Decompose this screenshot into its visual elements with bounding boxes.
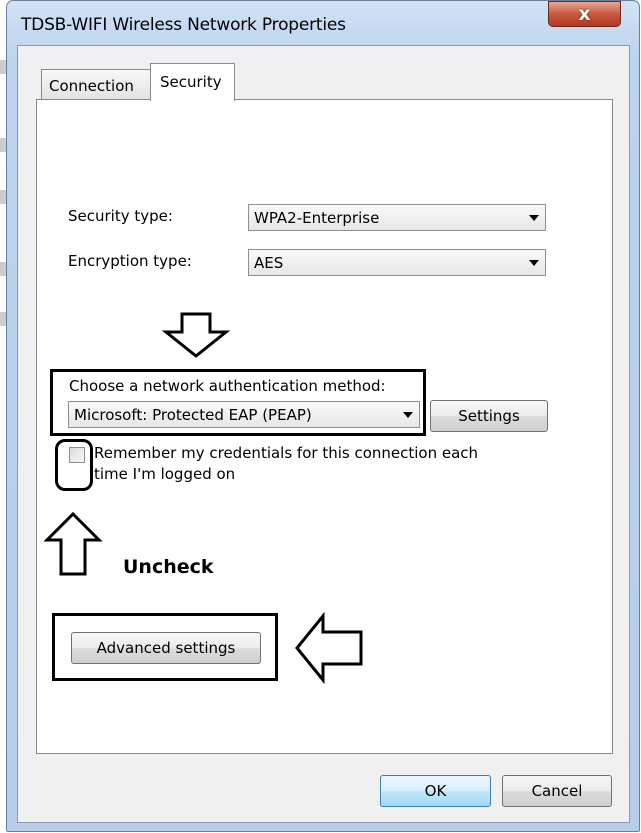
- encryption-type-value: AES: [254, 254, 284, 272]
- dialog-client-area: Connection Security Security type: WPA2-…: [17, 45, 630, 823]
- auth-method-label: Choose a network authentication method:: [69, 377, 386, 395]
- remember-credentials-label-line2: time I'm logged on: [94, 465, 236, 483]
- cancel-button[interactable]: Cancel: [502, 775, 612, 807]
- encryption-type-label: Encryption type:: [68, 252, 192, 270]
- tab-connection[interactable]: Connection: [41, 69, 152, 99]
- uncheck-annotation-text: Uncheck: [123, 556, 214, 578]
- left-arrow-annotation-icon: [295, 611, 363, 685]
- properties-dialog: TDSB-WIFI Wireless Network Properties x …: [6, 0, 640, 832]
- security-type-value: WPA2-Enterprise: [254, 209, 380, 227]
- auth-method-value: Microsoft: Protected EAP (PEAP): [74, 406, 312, 424]
- dropdown-arrow-icon: [529, 215, 539, 221]
- window-title: TDSB-WIFI Wireless Network Properties: [21, 15, 346, 35]
- dropdown-arrow-icon: [529, 260, 539, 266]
- down-arrow-annotation-icon: [161, 312, 231, 358]
- ok-button[interactable]: OK: [380, 775, 491, 807]
- encryption-type-select[interactable]: AES: [248, 249, 546, 276]
- up-arrow-annotation-icon: [43, 511, 103, 576]
- security-tab-panel: Security type: WPA2-Enterprise Encryptio…: [36, 99, 613, 754]
- advanced-settings-button[interactable]: Advanced settings: [71, 632, 261, 664]
- dropdown-arrow-icon: [403, 412, 413, 418]
- auth-method-select[interactable]: Microsoft: Protected EAP (PEAP): [68, 401, 420, 428]
- close-button[interactable]: x: [548, 1, 621, 27]
- security-type-select[interactable]: WPA2-Enterprise: [248, 204, 546, 231]
- settings-button[interactable]: Settings: [430, 400, 548, 432]
- tab-security[interactable]: Security: [150, 63, 235, 101]
- close-icon: x: [578, 3, 591, 25]
- remember-credentials-checkbox[interactable]: [69, 447, 85, 463]
- remember-credentials-label-line1: Remember my credentials for this connect…: [94, 444, 479, 462]
- security-type-label: Security type:: [68, 207, 173, 225]
